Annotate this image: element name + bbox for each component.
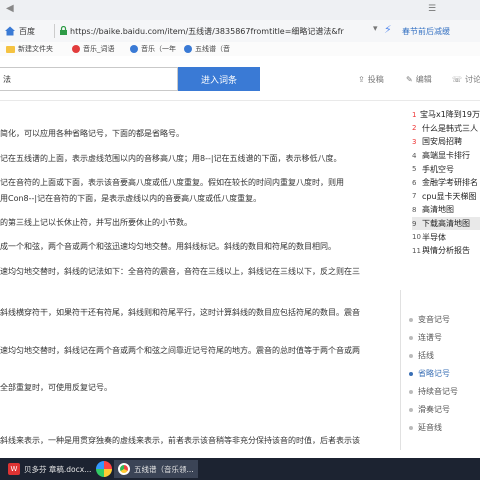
chat-icon: ☏ <box>452 75 463 84</box>
bookmark-item[interactable]: 音乐（一年 <box>130 44 176 54</box>
browser-title-bar: ◀ ☰ <box>0 0 480 20</box>
paragraph: 速均匀地交替时，斜线记在两个音或两个和弦之间靠近记号符尾的地方。震音的总时值等于… <box>0 346 360 355</box>
enter-entry-button[interactable]: 进入词条 <box>178 67 260 91</box>
back-arrow-icon[interactable]: ◀ <box>6 3 18 15</box>
address-bar-row: 百度 https://baike.baidu.com/item/五线谱/3835… <box>0 20 480 43</box>
hot-item[interactable]: 6 金融学考研排名 <box>412 176 480 190</box>
hot-item[interactable]: 1 宝马x1降到19万 <box>412 108 480 122</box>
dot-icon <box>409 353 413 358</box>
chevron-down-icon[interactable]: ▾ <box>373 24 378 34</box>
paragraph: 的第三线上记以长休止符，并写出所要休止的小节数。 <box>0 218 192 227</box>
app-orb-icon <box>96 461 112 477</box>
hot-item[interactable]: 8 高清地图 <box>412 203 480 217</box>
hot-item[interactable]: 9 下载高清地图 <box>412 216 480 231</box>
taskbar: W 贝多芬 章稿.docx... 五线谱（音乐领... <box>0 458 480 480</box>
hot-search-list: 1 宝马x1降到19万 2 什么是韩式三人 3 国安局招聘 4 高端显卡排行 5 手机空号… <box>412 108 480 258</box>
lightning-icon[interactable]: ⚡ <box>384 23 396 37</box>
toc-item[interactable]: 滑奏记号 <box>409 404 450 415</box>
table-of-contents: 变音记号 连谱号 括线 省略记号 持续音记号 滑奏记号 延音线 <box>400 290 480 450</box>
dot-icon <box>409 317 413 322</box>
browser-icon <box>118 463 130 475</box>
pencil-icon: ✎ <box>406 75 413 84</box>
news-ticker[interactable]: 春节前后减缓 <box>402 26 450 37</box>
favicon-icon <box>184 45 192 53</box>
bookmark-item[interactable]: 音乐_词语 <box>72 44 115 54</box>
dot-icon <box>409 335 413 340</box>
dot-icon <box>409 425 413 430</box>
dot-icon <box>409 407 413 412</box>
paragraph: 斜线来表示，一种是用贯穿独奏的虚线来表示，前者表示该音稍等非充分保持该音的时值，… <box>0 436 360 445</box>
hot-item[interactable]: 10 半导体 <box>412 230 480 244</box>
search-query: 法 <box>3 75 11 84</box>
baike-search-row: 法 进入词条 ⇪ 投稿 ✎ 编辑 ☏ 讨论 <box>0 56 480 101</box>
dot-icon <box>409 389 413 394</box>
favicon-icon <box>130 45 138 53</box>
hot-item[interactable]: 3 国安局招聘 <box>412 135 480 149</box>
taskbar-item-app[interactable] <box>92 460 116 478</box>
paragraph: 全部重复时，可使用反复记号。 <box>0 383 112 392</box>
lock-icon <box>60 26 67 35</box>
taskbar-item-browser[interactable]: 五线谱（音乐领... <box>114 460 198 478</box>
bookmark-item[interactable]: 五线谱（音 <box>184 44 230 54</box>
taskbar-item-wps[interactable]: W 贝多芬 章稿.docx... <box>4 460 95 478</box>
bookmark-label: 音乐（一年 <box>141 45 176 53</box>
toc-item[interactable]: 延音线 <box>409 422 442 433</box>
paragraph: 简化，可以应用各种省略记号，下面的都是省略号。 <box>0 129 184 138</box>
toc-item[interactable]: 变音记号 <box>409 314 450 325</box>
toc-item[interactable]: 括线 <box>409 350 434 361</box>
dot-icon <box>409 371 413 376</box>
paragraph: 斜线横穿符干，如果符干还有符尾，斜线则和符尾平行，这时计算斜线的数目应包括符尾的… <box>0 308 360 317</box>
menu-icon[interactable]: ☰ <box>428 4 436 14</box>
article-content: 简化，可以应用各种省略记号，下面的都是省略号。 记在五线谱的上面，表示虚线范围以… <box>0 100 394 460</box>
hot-item[interactable]: 5 手机空号 <box>412 162 480 176</box>
hot-item[interactable]: 7 cpu显卡天梯图 <box>412 190 480 204</box>
bookmarks-bar: 新建文件夹 音乐_词语 音乐（一年 五线谱（音 <box>0 42 480 57</box>
hot-item[interactable]: 2 什么是韩式三人 <box>412 122 480 136</box>
home-icon[interactable] <box>4 25 16 37</box>
bookmark-folder[interactable]: 新建文件夹 <box>6 44 53 54</box>
divider <box>54 24 55 38</box>
folder-icon <box>6 45 15 53</box>
paragraph: 记在音符的上面或下面，表示该音要高八度或低八度重复。假如在较长的时间内重复八度时… <box>0 178 344 187</box>
edit-button[interactable]: ✎ 编辑 <box>406 74 432 85</box>
toc-item[interactable]: 持续音记号 <box>409 386 458 397</box>
paragraph-text: 成一个和弦，两个音或两个和弦迅速均匀地交替。用斜线标记。斜线的数目和符尾的数目相… <box>0 242 336 251</box>
paragraph: 记在五线谱的上面，表示虚线范围以内的音移高八度；用8--|记在五线谱的下面，表示… <box>0 154 342 163</box>
paragraph: 成一个和弦，两个音或两个和弦迅速均匀地交替。用斜线标记。斜线的数目和符尾的数目相… <box>0 241 394 252</box>
home-label[interactable]: 百度 <box>19 26 35 37</box>
favicon-icon <box>72 45 80 53</box>
search-input[interactable]: 法 <box>0 67 178 91</box>
upload-icon: ⇪ <box>358 75 365 84</box>
paragraph: 速均匀地交替时，斜线的记法如下：全音符的震音，音符在三线以上，斜线记在三线以下，… <box>0 267 360 276</box>
hot-item[interactable]: 4 高端显卡排行 <box>412 149 480 163</box>
bookmark-label: 五线谱（音 <box>195 45 230 53</box>
wps-icon: W <box>8 463 20 475</box>
toc-item[interactable]: 连谱号 <box>409 332 442 343</box>
bookmark-label: 新建文件夹 <box>18 45 53 53</box>
hot-item[interactable]: 11 舆情分析报告 <box>412 244 480 258</box>
toc-item-active[interactable]: 省略记号 <box>409 368 450 379</box>
paragraph: 用Con8--|记在音符的下面，是表示虚线以内的音要高八度或低八度重复。 <box>0 194 262 203</box>
url-input[interactable]: https://baike.baidu.com/item/五线谱/3835867… <box>70 26 370 37</box>
discuss-button[interactable]: ☏ 讨论 <box>452 74 480 85</box>
contribute-button[interactable]: ⇪ 投稿 <box>358 74 384 85</box>
bookmark-label: 音乐_词语 <box>83 45 115 53</box>
